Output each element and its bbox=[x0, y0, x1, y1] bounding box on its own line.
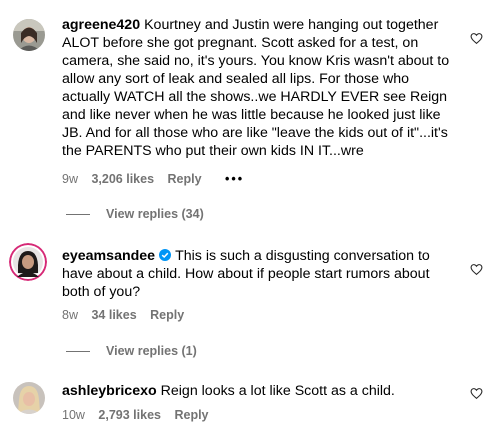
comment-likes[interactable]: 3,206 likes bbox=[91, 172, 154, 186]
avatar[interactable] bbox=[13, 382, 45, 414]
divider-line bbox=[66, 214, 90, 216]
reply-button[interactable]: Reply bbox=[150, 308, 184, 322]
comment-text: Kourtney and Justin were hanging out tog… bbox=[62, 17, 450, 159]
reply-button[interactable]: Reply bbox=[168, 172, 202, 186]
heart-icon[interactable] bbox=[470, 263, 483, 276]
view-replies-button[interactable]: View replies (1) bbox=[66, 344, 197, 358]
view-replies-label: View replies (34) bbox=[106, 207, 204, 221]
divider-line bbox=[66, 351, 90, 353]
comment-username[interactable]: eyeamsandee bbox=[62, 248, 155, 264]
comment-body: ashleybricexo Reign looks a lot like Scot… bbox=[62, 382, 457, 400]
verified-badge-icon bbox=[159, 248, 172, 261]
comment-body: eyeamsandee This is such a disgusting con… bbox=[62, 247, 457, 301]
comment-body: agreene420 Kourtney and Justin were hangi… bbox=[62, 16, 457, 160]
more-options-button[interactable]: ••• bbox=[225, 172, 244, 186]
view-replies-label: View replies (1) bbox=[106, 344, 197, 358]
comment-time[interactable]: 8w bbox=[62, 308, 78, 322]
comment-item: eyeamsandee This is such a disgusting con… bbox=[0, 238, 488, 358]
comment-username[interactable]: ashleybricexo bbox=[62, 383, 157, 399]
comment-likes[interactable]: 2,793 likes bbox=[98, 408, 161, 422]
comment-time[interactable]: 9w bbox=[62, 172, 78, 186]
comment-meta: 8w 34 likes Reply bbox=[62, 308, 194, 322]
comment-meta: 9w 3,206 likes Reply ••• bbox=[62, 172, 254, 186]
comment-text: Reign looks a lot like Scott as a child. bbox=[160, 383, 395, 399]
comment-item: ashleybricexo Reign looks a lot like Scot… bbox=[0, 370, 488, 435]
comment-item: agreene420 Kourtney and Justin were hangi… bbox=[0, 0, 488, 230]
avatar[interactable] bbox=[9, 243, 47, 281]
avatar[interactable] bbox=[13, 19, 45, 51]
comment-meta: 10w 2,793 likes Reply bbox=[62, 408, 219, 422]
comment-username[interactable]: agreene420 bbox=[62, 17, 140, 33]
comment-likes[interactable]: 34 likes bbox=[91, 308, 136, 322]
heart-icon[interactable] bbox=[470, 387, 483, 400]
view-replies-button[interactable]: View replies (34) bbox=[66, 207, 204, 221]
reply-button[interactable]: Reply bbox=[174, 408, 208, 422]
comment-time[interactable]: 10w bbox=[62, 408, 85, 422]
heart-icon[interactable] bbox=[470, 32, 483, 45]
